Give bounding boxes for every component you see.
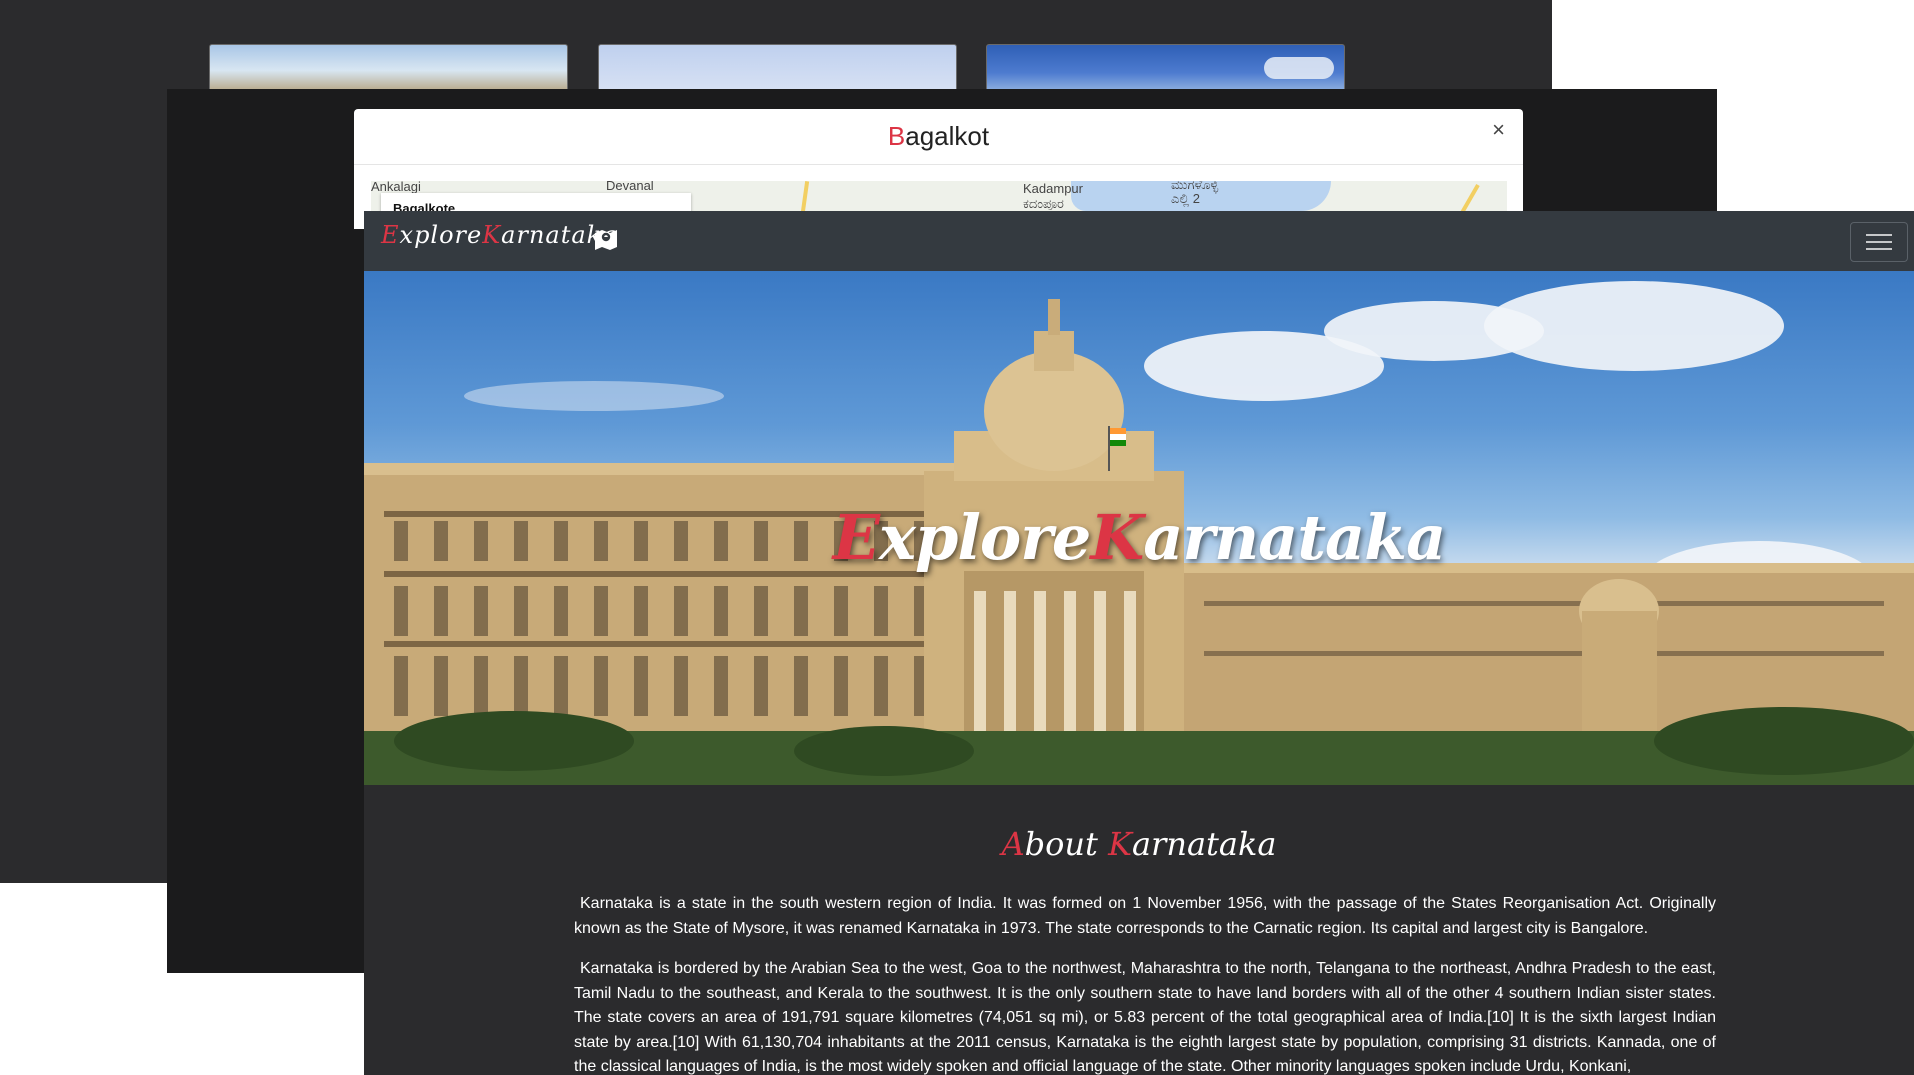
map-label: ಎಲ್ಲಿ 2 <box>1171 191 1201 206</box>
map-label: Devanal <box>606 181 654 193</box>
about-paragraph: Karnataka is a state in the south wester… <box>574 895 1716 937</box>
main-page: ExploreKarnataka ExploreKarnataka About … <box>364 211 1914 1075</box>
hero-title-text: xplore <box>879 501 1091 574</box>
about-section: About Karnataka Karnataka is a state in … <box>364 785 1914 1075</box>
gallery-thumbnail[interactable] <box>986 44 1345 91</box>
about-heading-initial-a: A <box>1001 825 1025 863</box>
hamburger-icon <box>1866 234 1892 236</box>
hamburger-icon <box>1866 241 1892 243</box>
map-icon <box>595 230 617 250</box>
about-heading-text: bout <box>1024 825 1109 863</box>
gallery-thumbnail[interactable] <box>598 44 957 91</box>
hero-title-initial-k: K <box>1090 501 1144 574</box>
hero-title: ExploreKarnataka <box>364 501 1914 574</box>
hero-title-text: arnataka <box>1143 501 1446 574</box>
about-paragraph: Karnataka is bordered by the Arabian Sea… <box>574 960 1716 1075</box>
modal-header: Bagalkot × <box>354 109 1523 165</box>
hero-banner: ExploreKarnataka <box>364 271 1914 785</box>
about-heading: About Karnataka <box>364 825 1914 863</box>
brand-link[interactable]: ExploreKarnataka <box>381 221 618 249</box>
navbar: ExploreKarnataka <box>364 211 1914 271</box>
brand-text: xplore <box>399 221 483 249</box>
map-label: ಕದಂಪೂರ <box>1023 196 1064 211</box>
brand-initial-k: K <box>482 221 502 249</box>
modal-title-rest: agalkot <box>905 121 990 151</box>
brand-initial-e: E <box>381 221 400 249</box>
gallery-thumbnail[interactable] <box>209 44 568 91</box>
hamburger-icon <box>1866 248 1892 250</box>
hero-title-initial-e: E <box>832 501 880 574</box>
about-heading-initial-k: K <box>1108 825 1132 863</box>
modal-title-initial: B <box>887 121 906 151</box>
modal-title: Bagalkot <box>354 121 1523 152</box>
close-button[interactable]: × <box>1492 117 1505 143</box>
about-heading-text: arnataka <box>1131 825 1277 863</box>
map-label: Kadampur <box>1023 181 1083 196</box>
navbar-toggler-button[interactable] <box>1850 222 1908 262</box>
